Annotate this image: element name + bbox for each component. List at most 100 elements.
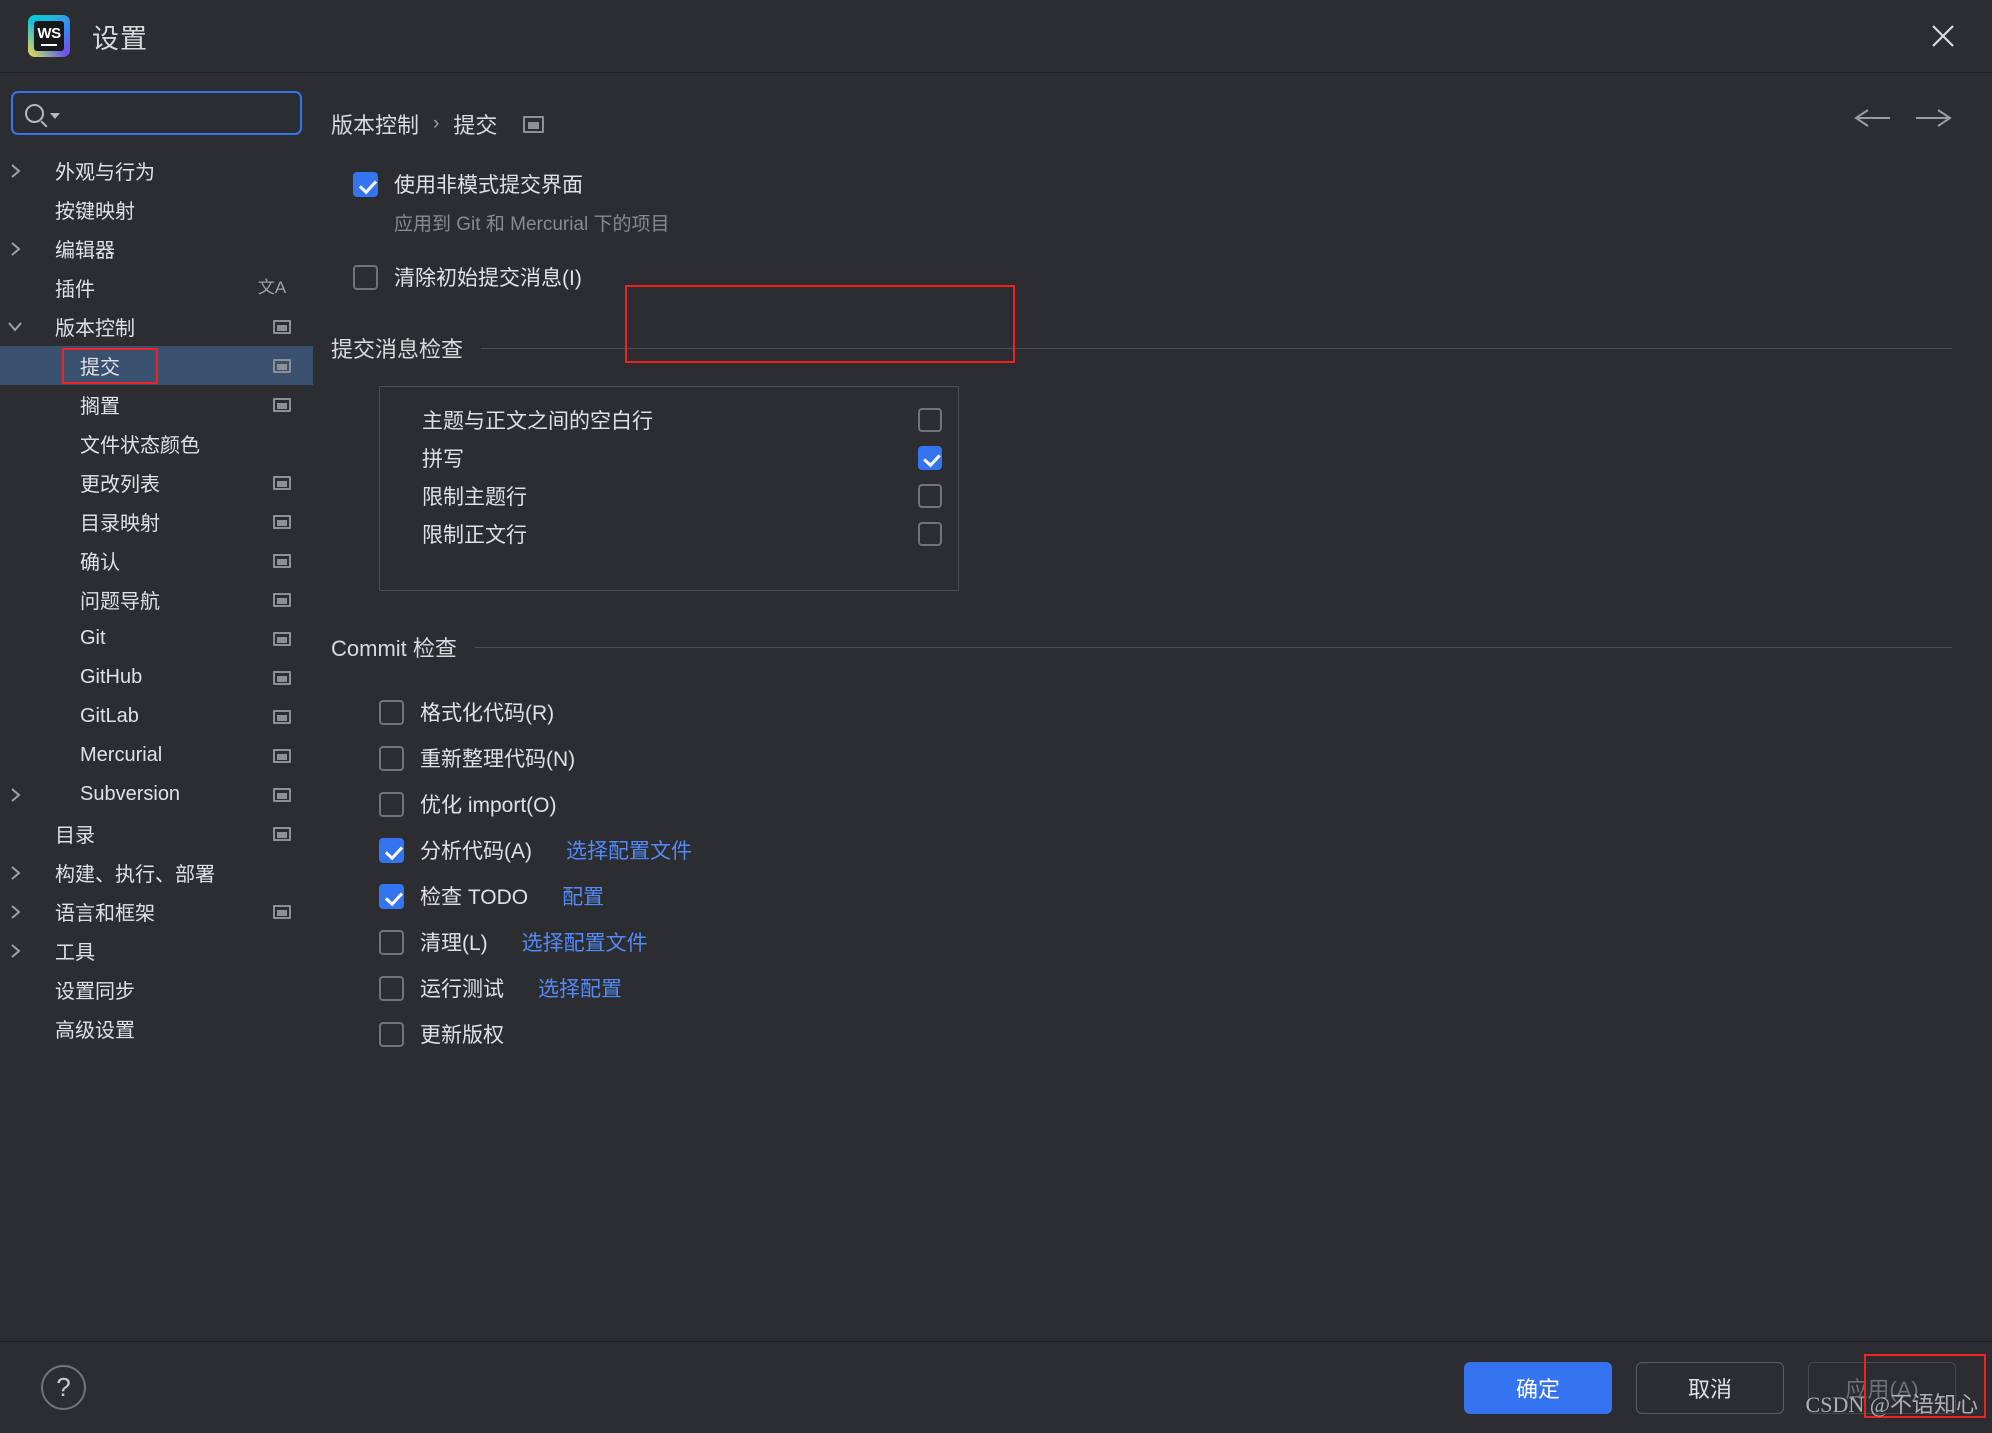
question-mark-icon[interactable]: ? xyxy=(41,1365,86,1410)
sidebar-item-7[interactable]: 文件状态颜色 xyxy=(0,424,313,463)
config-icon xyxy=(273,788,291,802)
clear-initial-checkbox[interactable] xyxy=(353,265,378,290)
close-icon[interactable] xyxy=(1922,15,1964,57)
sidebar-item-label: 提交 xyxy=(30,351,273,380)
search-area xyxy=(0,73,313,147)
commit-check-checkbox[interactable] xyxy=(379,884,404,909)
chevron-right-icon[interactable] xyxy=(0,786,30,804)
message-check-label: 拼写 xyxy=(422,443,918,473)
breadcrumb-separator: › xyxy=(433,113,439,135)
sidebar-item-12[interactable]: Git xyxy=(0,619,313,658)
commit-check-link[interactable]: 配置 xyxy=(562,881,604,911)
sidebar-item-10[interactable]: 确认 xyxy=(0,541,313,580)
commit-check-checkbox[interactable] xyxy=(379,930,404,955)
chevron-right-icon[interactable] xyxy=(0,942,30,960)
chevron-right-icon[interactable] xyxy=(0,162,30,180)
message-check-row[interactable]: 主题与正文之间的空白行 xyxy=(394,401,944,439)
settings-dialog: WS 设置 外观与行为按键映射编辑器插件文A版本控制提交搁置文件状态颜色更改列表… xyxy=(0,0,1992,1433)
sidebar-item-1[interactable]: 按键映射 xyxy=(0,190,313,229)
chevron-right-icon[interactable] xyxy=(0,903,30,921)
sidebar-item-label: 插件 xyxy=(30,273,259,302)
commit-check-checkbox[interactable] xyxy=(379,792,404,817)
commit-check-checkbox[interactable] xyxy=(379,976,404,1001)
ok-button[interactable]: 确定 xyxy=(1464,1362,1612,1414)
sidebar-item-8[interactable]: 更改列表 xyxy=(0,463,313,502)
search-input[interactable] xyxy=(65,102,310,124)
commit-check-row[interactable]: 运行测试选择配置 xyxy=(379,965,1952,1011)
sidebar-item-2[interactable]: 编辑器 xyxy=(0,229,313,268)
arrow-right-icon[interactable] xyxy=(1914,107,1954,129)
sidebar-item-label: 高级设置 xyxy=(30,1014,313,1043)
settings-tree: 外观与行为按键映射编辑器插件文A版本控制提交搁置文件状态颜色更改列表目录映射确认… xyxy=(0,147,313,1341)
search-box[interactable] xyxy=(11,91,302,135)
sidebar-item-17[interactable]: 目录 xyxy=(0,814,313,853)
commit-check-label: 分析代码(A) xyxy=(420,835,532,865)
commit-check-row[interactable]: 重新整理代码(N) xyxy=(379,735,1952,781)
sidebar-item-13[interactable]: GitHub xyxy=(0,658,313,697)
sidebar-item-0[interactable]: 外观与行为 xyxy=(0,151,313,190)
commit-check-row[interactable]: 分析代码(A) 选择配置文件 xyxy=(379,827,1952,873)
settings-sidebar: 外观与行为按键映射编辑器插件文A版本控制提交搁置文件状态颜色更改列表目录映射确认… xyxy=(0,73,313,1341)
message-check-checkbox[interactable] xyxy=(918,522,942,546)
sidebar-item-20[interactable]: 工具 xyxy=(0,931,313,970)
nonmodal-checkbox[interactable] xyxy=(353,172,378,197)
breadcrumb-current: 提交 xyxy=(453,108,497,140)
sidebar-item-label: Subversion xyxy=(30,783,273,806)
commit-check-label: 重新整理代码(N) xyxy=(420,743,575,773)
commit-check-checkbox[interactable] xyxy=(379,746,404,771)
sidebar-item-21[interactable]: 设置同步 xyxy=(0,970,313,1009)
sidebar-item-15[interactable]: Mercurial xyxy=(0,736,313,775)
breadcrumb-parent[interactable]: 版本控制 xyxy=(331,108,419,140)
commit-checks-title: Commit 检查 xyxy=(331,631,457,663)
sidebar-item-14[interactable]: GitLab xyxy=(0,697,313,736)
commit-check-row[interactable]: 检查 TODO配置 xyxy=(379,873,1952,919)
commit-check-checkbox[interactable] xyxy=(379,700,404,725)
commit-check-row[interactable]: 更新版权 xyxy=(379,1011,1952,1057)
dialog-body: 外观与行为按键映射编辑器插件文A版本控制提交搁置文件状态颜色更改列表目录映射确认… xyxy=(0,73,1992,1341)
message-check-checkbox[interactable] xyxy=(918,446,942,470)
config-icon xyxy=(273,320,291,334)
arrow-left-icon[interactable] xyxy=(1852,107,1892,129)
chevron-down-icon[interactable] xyxy=(0,320,30,333)
message-checks-group: 提交消息检查 主题与正文之间的空白行拼写限制主题行限制正文行 xyxy=(331,332,1952,591)
sidebar-item-16[interactable]: Subversion xyxy=(0,775,313,814)
message-check-row[interactable]: 限制正文行 xyxy=(394,515,944,553)
nav-arrows xyxy=(1852,107,1954,129)
message-check-checkbox[interactable] xyxy=(918,484,942,508)
sidebar-item-22[interactable]: 高级设置 xyxy=(0,1009,313,1048)
chevron-right-icon[interactable] xyxy=(0,864,30,882)
sidebar-item-6[interactable]: 搁置 xyxy=(0,385,313,424)
sidebar-item-11[interactable]: 问题导航 xyxy=(0,580,313,619)
config-icon xyxy=(273,827,291,841)
message-checks-title: 提交消息检查 xyxy=(331,332,463,364)
sidebar-item-label: 语言和框架 xyxy=(30,897,273,926)
sidebar-item-label: 目录映射 xyxy=(30,507,273,536)
commit-check-row[interactable]: 格式化代码(R) xyxy=(379,689,1952,735)
config-icon xyxy=(273,554,291,568)
chevron-right-icon[interactable] xyxy=(0,240,30,258)
config-icon xyxy=(273,671,291,685)
message-checks-header: 提交消息检查 xyxy=(331,332,1952,364)
sidebar-item-4[interactable]: 版本控制 xyxy=(0,307,313,346)
commit-check-link[interactable]: 选择配置 xyxy=(538,973,622,1003)
sidebar-item-19[interactable]: 语言和框架 xyxy=(0,892,313,931)
sidebar-item-9[interactable]: 目录映射 xyxy=(0,502,313,541)
cancel-button[interactable]: 取消 xyxy=(1636,1362,1784,1414)
commit-check-label: 格式化代码(R) xyxy=(420,697,554,727)
sidebar-item-3[interactable]: 插件文A xyxy=(0,268,313,307)
message-check-checkbox[interactable] xyxy=(918,408,942,432)
sidebar-item-18[interactable]: 构建、执行、部署 xyxy=(0,853,313,892)
sidebar-item-5[interactable]: 提交 xyxy=(0,346,313,385)
commit-check-row[interactable]: 清理(L)选择配置文件 xyxy=(379,919,1952,965)
commit-check-row[interactable]: 优化 import(O) xyxy=(379,781,1952,827)
message-check-row[interactable]: 限制主题行 xyxy=(394,477,944,515)
commit-check-checkbox[interactable] xyxy=(379,838,404,863)
commit-check-checkbox[interactable] xyxy=(379,1022,404,1047)
message-checks-panel: 主题与正文之间的空白行拼写限制主题行限制正文行 xyxy=(379,386,959,591)
nonmodal-checkbox-row[interactable]: 使用非模式提交界面 xyxy=(353,169,1952,199)
clear-initial-checkbox-row[interactable]: 清除初始提交消息(I) xyxy=(353,262,1952,292)
sidebar-item-label: Git xyxy=(30,627,273,650)
message-check-row[interactable]: 拼写 xyxy=(394,439,944,477)
commit-check-link[interactable]: 选择配置文件 xyxy=(566,835,692,865)
commit-check-link[interactable]: 选择配置文件 xyxy=(522,927,648,957)
